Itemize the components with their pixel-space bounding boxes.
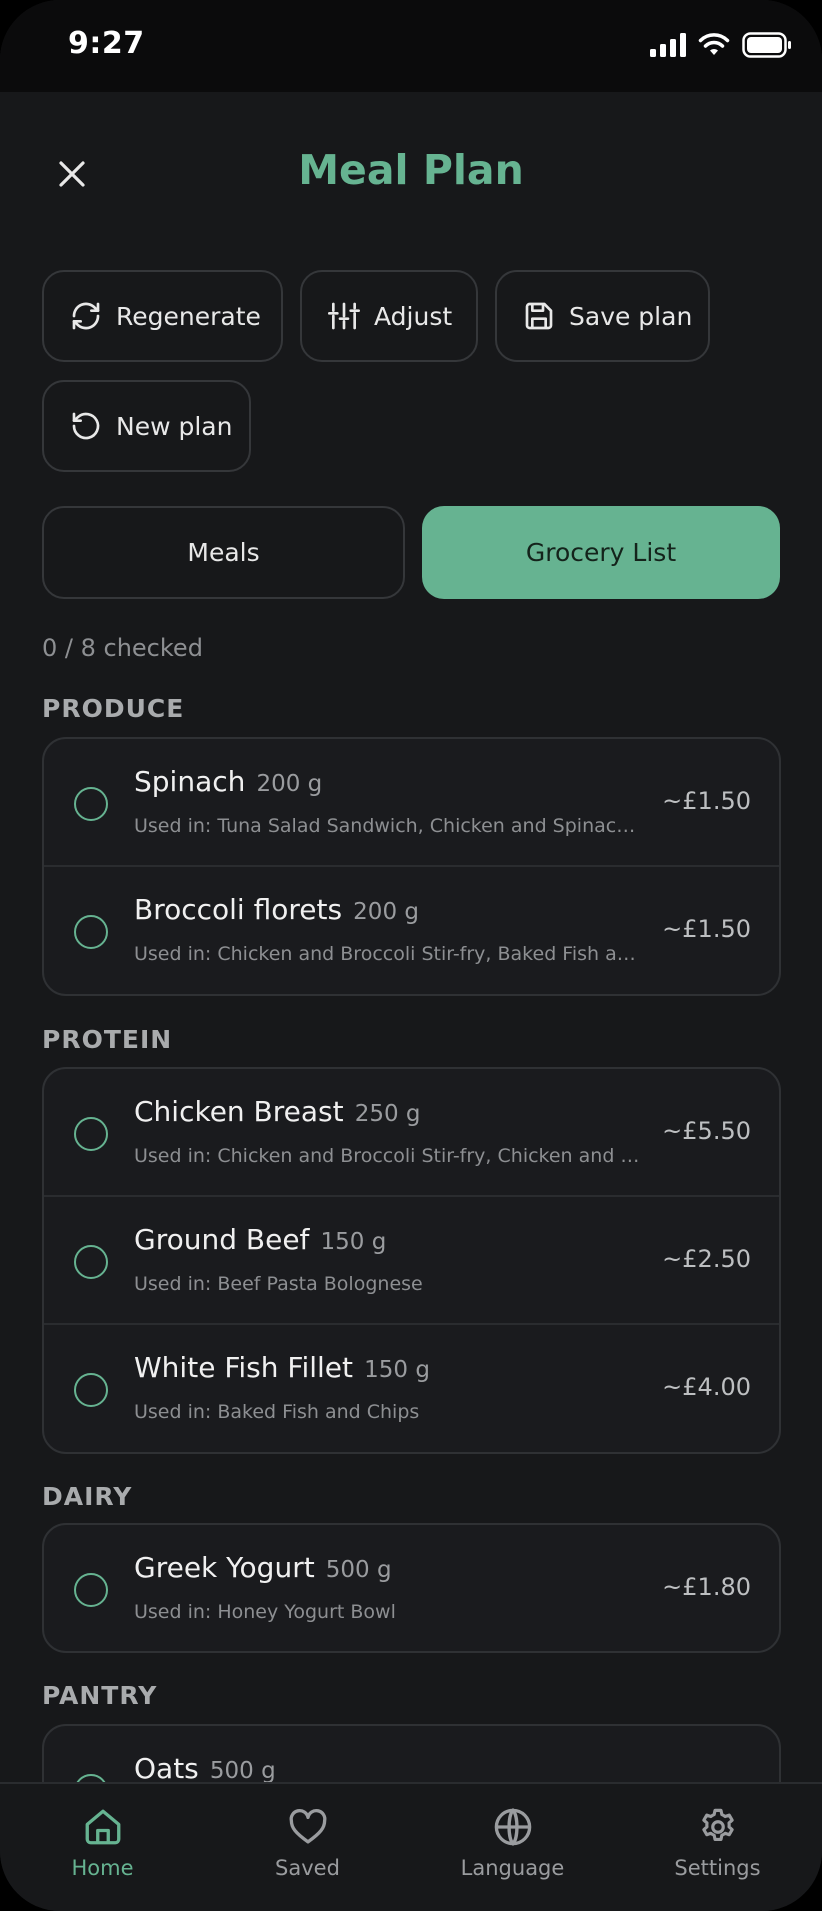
item-name: Spinach xyxy=(134,765,246,798)
save-icon xyxy=(525,302,553,330)
item-name: White Fish Fillet xyxy=(134,1351,354,1384)
nav-saved-label: Saved xyxy=(275,1856,340,1880)
refresh-icon xyxy=(72,302,100,330)
save-plan-label: Save plan xyxy=(569,301,693,331)
item-used-in: Used in: Tuna Salad Sandwich, Chicken an… xyxy=(134,815,636,837)
grocery-item[interactable]: Ground Beef 150 g Used in: Beef Pasta Bo… xyxy=(44,1197,779,1325)
grocery-item[interactable]: White Fish Fillet 150 g Used in: Baked F… xyxy=(44,1325,779,1452)
check-circle[interactable] xyxy=(74,787,108,821)
adjust-label: Adjust xyxy=(374,301,453,331)
tab-meals-label: Meals xyxy=(187,538,260,567)
new-plan-button[interactable]: New plan xyxy=(42,380,251,472)
check-circle[interactable] xyxy=(74,1573,108,1607)
check-circle[interactable] xyxy=(74,1245,108,1279)
item-quantity: 150 g xyxy=(320,1229,387,1255)
save-plan-button[interactable]: Save plan xyxy=(495,270,710,362)
item-price: ~£1.80 xyxy=(662,1573,751,1601)
grocery-item[interactable]: Broccoli florets 200 g Used in: Chicken … xyxy=(44,867,779,994)
item-used-in: Used in: Honey Yogurt Bowl xyxy=(134,1601,396,1623)
sliders-icon xyxy=(328,302,360,330)
category-card-produce: Spinach 200 g Used in: Tuna Salad Sandwi… xyxy=(42,737,781,996)
category-card-protein: Chicken Breast 250 g Used in: Chicken an… xyxy=(42,1067,781,1454)
category-heading: PROTEIN xyxy=(42,1025,173,1054)
adjust-button[interactable]: Adjust xyxy=(300,270,478,362)
item-price: ~£4.00 xyxy=(662,1373,751,1401)
item-price: ~£1.50 xyxy=(662,787,751,815)
nav-saved[interactable]: Saved xyxy=(205,1784,410,1911)
heart-icon xyxy=(289,1808,326,1844)
grocery-item[interactable]: Chicken Breast 250 g Used in: Chicken an… xyxy=(44,1069,779,1197)
grocery-item[interactable]: Greek Yogurt 500 g Used in: Honey Yogurt… xyxy=(44,1525,779,1651)
check-circle[interactable] xyxy=(74,915,108,949)
item-quantity: 200 g xyxy=(256,771,323,797)
status-icons xyxy=(650,32,792,58)
regenerate-label: Regenerate xyxy=(116,301,261,331)
nav-language-label: Language xyxy=(460,1856,565,1880)
category-heading: PRODUCE xyxy=(42,694,185,723)
item-quantity: 500 g xyxy=(209,1758,276,1784)
item-quantity: 250 g xyxy=(354,1101,421,1127)
grocery-item[interactable]: Spinach 200 g Used in: Tuna Salad Sandwi… xyxy=(44,739,779,867)
status-time: 9:27 xyxy=(68,26,145,61)
status-bar: 9:27 xyxy=(0,0,822,92)
battery-icon xyxy=(742,32,791,58)
nav-language[interactable]: Language xyxy=(410,1784,615,1911)
item-price: ~£2.50 xyxy=(662,1245,751,1273)
nav-home-label: Home xyxy=(71,1856,134,1880)
home-icon xyxy=(85,1809,120,1845)
globe-icon xyxy=(494,1808,531,1846)
check-circle[interactable] xyxy=(74,1373,108,1407)
item-name: Oats xyxy=(134,1752,199,1785)
checked-summary: 0 / 8 checked xyxy=(42,634,203,662)
rotate-ccw-icon xyxy=(72,412,100,440)
item-used-in: Used in: Chicken and Broccoli Stir-fry, … xyxy=(134,1145,640,1167)
item-price: ~£5.50 xyxy=(662,1117,751,1145)
category-card-dairy: Greek Yogurt 500 g Used in: Honey Yogurt… xyxy=(42,1523,781,1653)
nav-settings[interactable]: Settings xyxy=(615,1784,820,1911)
signal-icon xyxy=(650,33,686,57)
item-quantity: 200 g xyxy=(353,899,419,925)
item-name: Ground Beef xyxy=(134,1223,310,1256)
tab-grocery-label: Grocery List xyxy=(525,538,677,567)
gear-icon xyxy=(701,1808,734,1841)
header: Meal Plan xyxy=(0,92,822,252)
item-quantity: 150 g xyxy=(364,1357,430,1383)
nav-home[interactable]: Home xyxy=(0,1784,205,1911)
category-heading: PANTRY xyxy=(42,1681,158,1710)
phone-screen: 9:27 Meal Plan Regenerate Adjust Save pl… xyxy=(0,0,822,1911)
item-used-in: Used in: Baked Fish and Chips xyxy=(134,1401,420,1423)
tab-meals[interactable]: Meals xyxy=(42,506,405,599)
regenerate-button[interactable]: Regenerate xyxy=(42,270,283,362)
category-heading: DAIRY xyxy=(42,1482,133,1511)
bottom-nav: Home Saved Language Settings xyxy=(0,1782,822,1911)
new-plan-label: New plan xyxy=(116,411,233,441)
page-title: Meal Plan xyxy=(298,146,524,194)
item-price: ~£1.50 xyxy=(662,915,751,943)
item-quantity: 500 g xyxy=(325,1557,392,1583)
nav-settings-label: Settings xyxy=(674,1856,761,1880)
item-name: Chicken Breast xyxy=(134,1095,344,1128)
item-name: Broccoli florets xyxy=(134,893,343,926)
item-name: Greek Yogurt xyxy=(134,1551,315,1584)
item-used-in: Used in: Beef Pasta Bolognese xyxy=(134,1273,423,1295)
item-used-in: Used in: Chicken and Broccoli Stir-fry, … xyxy=(134,943,644,965)
wifi-icon xyxy=(698,33,730,55)
check-circle[interactable] xyxy=(74,1117,108,1151)
tab-grocery-list[interactable]: Grocery List xyxy=(422,506,780,599)
